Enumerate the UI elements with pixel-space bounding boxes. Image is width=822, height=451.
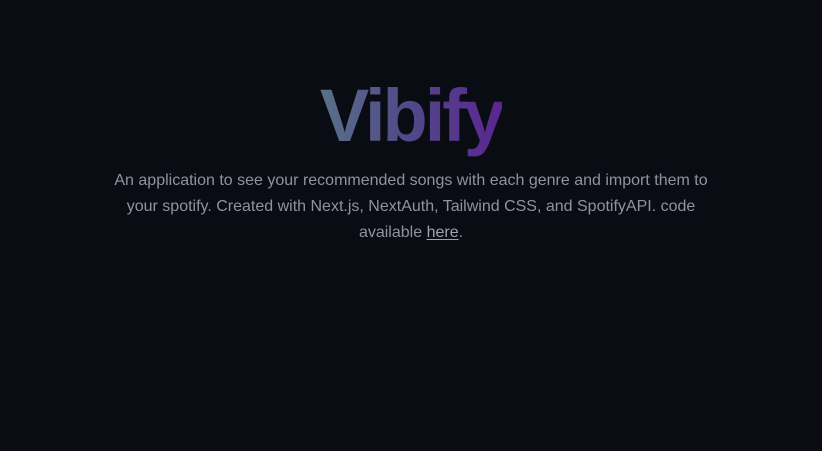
app-description: An application to see your recommended s… [111, 168, 711, 246]
source-code-link[interactable]: here [427, 224, 459, 241]
hero-section: Vibify An application to see your recomm… [0, 74, 822, 246]
description-text: An application to see your recommended s… [114, 172, 708, 241]
description-period: . [458, 224, 464, 241]
page: Vibify An application to see your recomm… [0, 0, 822, 451]
app-logo: Vibify [319, 74, 505, 157]
